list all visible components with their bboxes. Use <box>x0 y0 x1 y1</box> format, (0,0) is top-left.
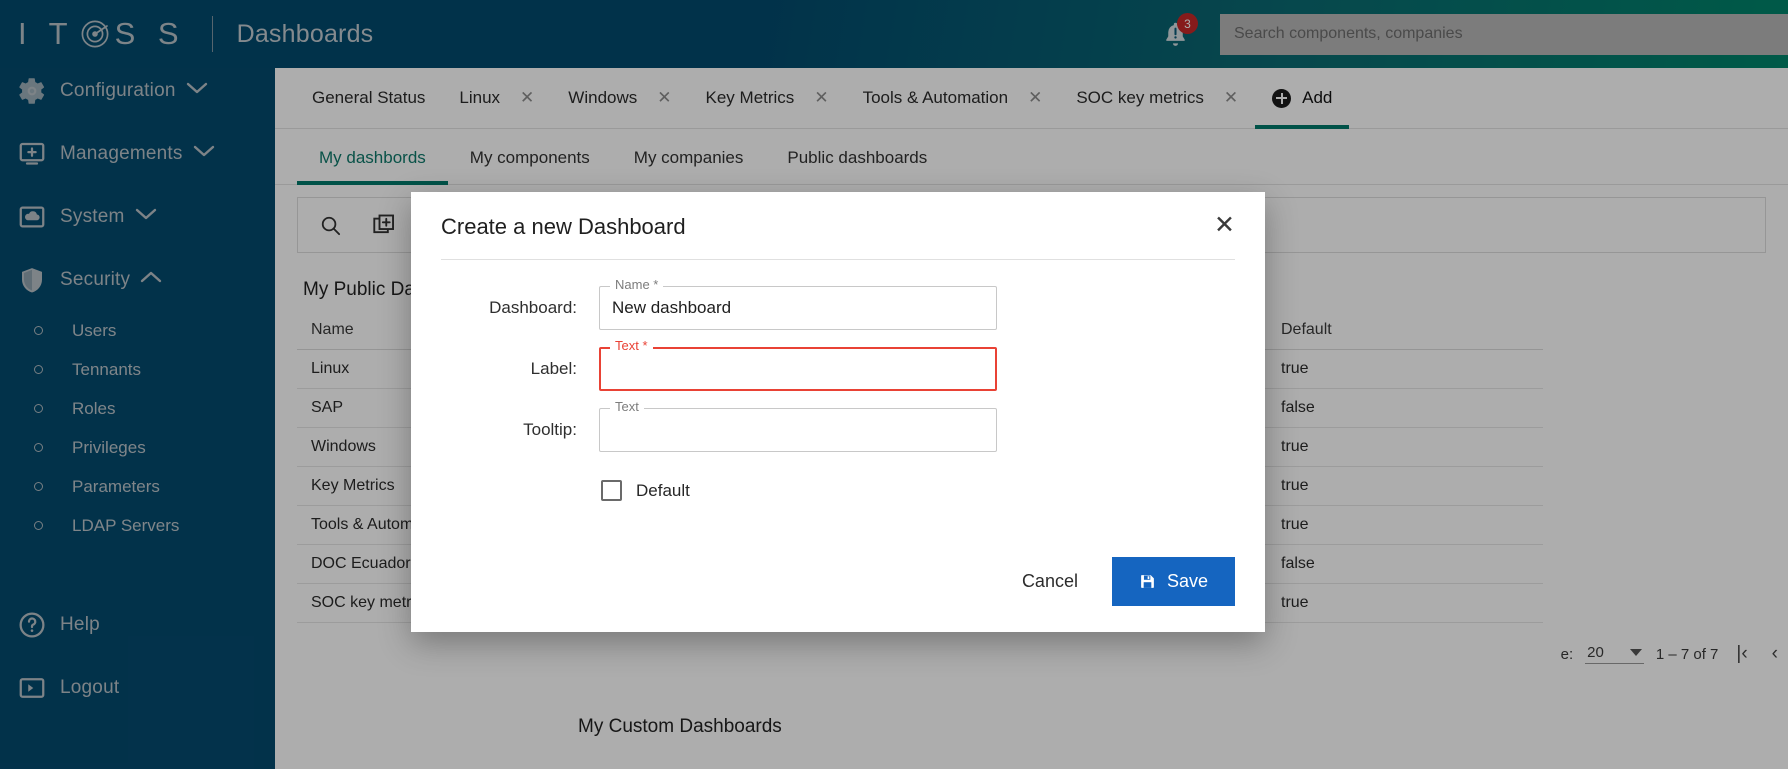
default-checkbox-row[interactable]: Default <box>601 480 1235 501</box>
field-row-tooltip: Tooltip: Text <box>441 399 1235 452</box>
field-label-tooltip: Tooltip: <box>523 420 577 439</box>
close-icon[interactable]: ✕ <box>1214 213 1235 238</box>
field-legend: Text <box>610 399 644 414</box>
field-row-dashboard: Dashboard: Name * <box>441 277 1235 330</box>
save-button-label: Save <box>1166 571 1208 591</box>
default-checkbox[interactable] <box>601 480 622 501</box>
dashboard-label-field[interactable]: Text * <box>599 338 997 391</box>
dialog-body: Dashboard: Name * Label: Text * Tooltip:… <box>411 260 1265 557</box>
cancel-button[interactable]: Cancel <box>1002 559 1098 604</box>
field-label-label: Label: <box>530 359 577 378</box>
field-legend: Text * <box>610 338 653 353</box>
dashboard-tooltip-field[interactable]: Text <box>599 399 997 452</box>
dashboard-name-field[interactable]: Name * <box>599 277 997 330</box>
field-legend: Name * <box>610 277 664 292</box>
field-row-label: Label: Text * <box>441 338 1235 391</box>
dashboard-tooltip-input[interactable] <box>599 408 997 452</box>
floppy-save-icon <box>1139 573 1156 590</box>
default-checkbox-label: Default <box>636 480 690 500</box>
dialog-header: Create a new Dashboard ✕ <box>411 192 1265 240</box>
dashboard-name-input[interactable] <box>599 286 997 330</box>
save-button[interactable]: Save <box>1111 557 1235 606</box>
create-dashboard-dialog: Create a new Dashboard ✕ Dashboard: Name… <box>411 192 1265 632</box>
dashboard-label-input[interactable] <box>599 347 997 391</box>
field-label-dashboard: Dashboard: <box>489 298 577 317</box>
dialog-footer: Cancel Save <box>411 557 1265 632</box>
dialog-title: Create a new Dashboard <box>441 214 686 239</box>
